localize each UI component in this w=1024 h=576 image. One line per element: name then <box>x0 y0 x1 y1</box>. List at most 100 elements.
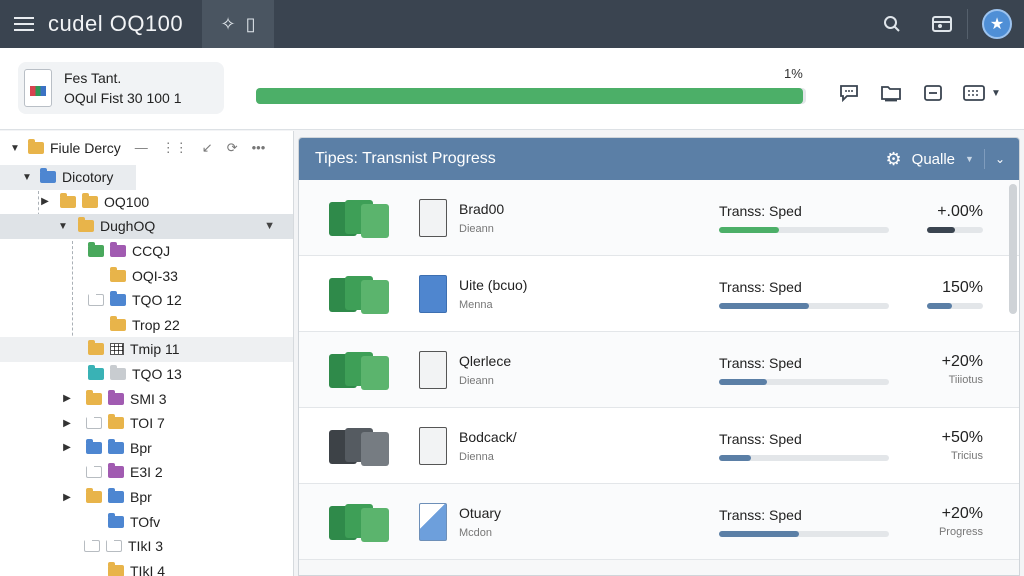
folder-icon <box>88 340 104 356</box>
tree-item-label: Bpr <box>130 439 152 456</box>
speed-bar <box>719 454 889 461</box>
tree-item[interactable]: TQO 13 <box>0 362 293 387</box>
document-icon[interactable]: ▯ <box>246 15 256 33</box>
transfer-name: Uite (bcuo) <box>459 276 528 293</box>
gear-icon[interactable]: ⚙ <box>886 149 902 170</box>
tree-item[interactable]: TQO 12 <box>0 288 293 313</box>
folder-icon <box>110 315 126 331</box>
overall-progress-fill <box>256 88 804 104</box>
transfer-row[interactable]: Otuary Mcdon Transs: Sped +20% Progress <box>299 484 1019 560</box>
folder-icon <box>28 139 44 154</box>
tree-item[interactable]: TIkI 3 <box>0 534 293 559</box>
star-icon: ★ <box>989 16 1005 33</box>
folders-stack-icon <box>329 350 393 390</box>
folders-stack-icon <box>329 502 393 542</box>
speed-bar-fill <box>719 302 810 309</box>
refresh-icon[interactable]: ⟳ <box>227 140 238 156</box>
tree-item[interactable]: Tmip 11 <box>0 337 293 362</box>
folder-icon <box>108 414 124 430</box>
grid-icon[interactable]: ⋮⋮ <box>162 140 188 156</box>
file-card[interactable]: Fes Tant. OQul Fist 30 100 1 <box>18 62 224 114</box>
speed-bar <box>719 226 889 233</box>
folder-icon <box>86 389 102 405</box>
more-icon[interactable]: ••• <box>252 140 266 156</box>
transfer-subtitle: Mcdon <box>459 526 493 539</box>
folder-icon <box>108 463 124 479</box>
tree-item-label: TOI 7 <box>130 415 165 432</box>
document-icon <box>419 350 447 389</box>
divider <box>983 149 985 169</box>
transfer-percent: +20% <box>941 505 983 522</box>
folder-icon <box>110 266 126 282</box>
chevron-right-icon: ▶ <box>41 196 49 208</box>
tree-item-label: Dicotory <box>62 169 114 186</box>
tree-item-label: Tmip 11 <box>130 341 180 358</box>
transfer-row[interactable]: Uite (bcuo) Menna Transs: Sped 150% <box>299 256 1019 332</box>
folder-icon <box>110 242 126 258</box>
tree-item[interactable]: E3I 2 <box>0 460 293 485</box>
transfer-percent-caption: Tiiiotus <box>948 374 983 386</box>
folder-icon <box>108 561 124 576</box>
tree-item[interactable]: ▼ Dicotory <box>0 165 136 190</box>
tree-item[interactable]: ▶ Bpr <box>0 485 293 510</box>
folders-stack-icon <box>329 426 393 466</box>
tree-item[interactable]: TIkI 4 <box>0 559 293 576</box>
transfer-row[interactable]: Qlerlece Dieann Transs: Sped +20% Tiiiotus <box>299 332 1019 408</box>
mini-progress-fill <box>927 226 955 233</box>
folder-transfer-icon[interactable] <box>878 82 904 104</box>
speed-bar-fill <box>719 378 767 385</box>
speed-bar <box>719 530 889 537</box>
pin-icon[interactable]: ✧ <box>221 15 236 33</box>
quality-label[interactable]: Qualle <box>912 151 955 168</box>
file-subtitle: OQul Fist 30 100 1 <box>64 90 182 106</box>
chevron-down-icon[interactable]: ▼ <box>264 220 275 232</box>
chevron-right-icon: ▶ <box>63 442 71 454</box>
panel-header: Tipes: Transnist Progress ⚙ Qualle ▼ ⌄ <box>299 138 1019 180</box>
settings-panel-icon[interactable] <box>917 0 967 48</box>
folder-icon <box>108 488 124 504</box>
minimize-window-icon[interactable] <box>920 82 946 104</box>
tree-item[interactable]: ▶ TOI 7 <box>0 411 293 436</box>
transfer-subtitle: Menna <box>459 298 493 311</box>
toolbar-group: ✧ ▯ <box>202 0 274 48</box>
chevron-down-icon[interactable]: ▼ <box>965 154 974 164</box>
folder-icon <box>108 389 124 405</box>
speed-bar-fill <box>719 226 779 233</box>
folder-icon <box>110 365 126 381</box>
mini-progress <box>927 226 983 233</box>
avatar[interactable]: ★ <box>982 9 1012 39</box>
folder-icon <box>110 291 126 307</box>
transfer-row[interactable]: Bodcack/Dienna Transs: Sped +50% Tricius <box>299 408 1019 484</box>
folder-icon <box>108 512 124 528</box>
tree-item[interactable]: ▶ Bpr <box>0 436 293 461</box>
tree-item[interactable]: OQI-33 <box>0 263 293 288</box>
menu-icon[interactable] <box>0 0 48 48</box>
transfer-subtitle: Dienna <box>459 450 494 463</box>
tree-header-label: Fiule Dercy <box>50 140 121 156</box>
document-icon <box>419 274 447 313</box>
tree-item[interactable]: ▼ DughOQ ▼ <box>0 214 293 239</box>
tree-item[interactable]: TOfv <box>0 509 293 534</box>
transfer-row[interactable]: Brad00 Dieann Transs: Sped +.00% <box>299 180 1019 256</box>
collapse-icon[interactable]: — <box>135 140 148 156</box>
tree-item[interactable]: CCQJ <box>0 239 293 264</box>
transfer-percent: +.00% <box>937 202 983 220</box>
tree-item-label: Trop 22 <box>132 316 180 333</box>
view-options-icon[interactable]: ▼ <box>962 82 1002 104</box>
chevron-down-icon: ▼ <box>991 87 1001 99</box>
mini-progress-fill <box>927 302 953 309</box>
search-icon[interactable] <box>867 0 917 48</box>
scrollbar[interactable] <box>1009 184 1017 314</box>
tree-item-label: TIkI 3 <box>128 538 164 555</box>
tree-item[interactable]: ▶ OQ100 <box>0 190 293 215</box>
folder-icon <box>86 488 102 504</box>
folder-icon <box>82 192 98 208</box>
sort-icon[interactable]: ↙ <box>202 140 213 156</box>
table-icon <box>110 343 124 356</box>
tree-item[interactable]: Trop 22 <box>0 313 293 338</box>
chevron-down-icon[interactable]: ▼ <box>8 143 22 154</box>
collapse-chevron-icon[interactable]: ⌄ <box>995 152 1005 166</box>
tree-item[interactable]: ▶ SMI 3 <box>0 386 293 411</box>
tree-item-label: Bpr <box>130 489 152 506</box>
comment-icon[interactable] <box>836 82 862 104</box>
